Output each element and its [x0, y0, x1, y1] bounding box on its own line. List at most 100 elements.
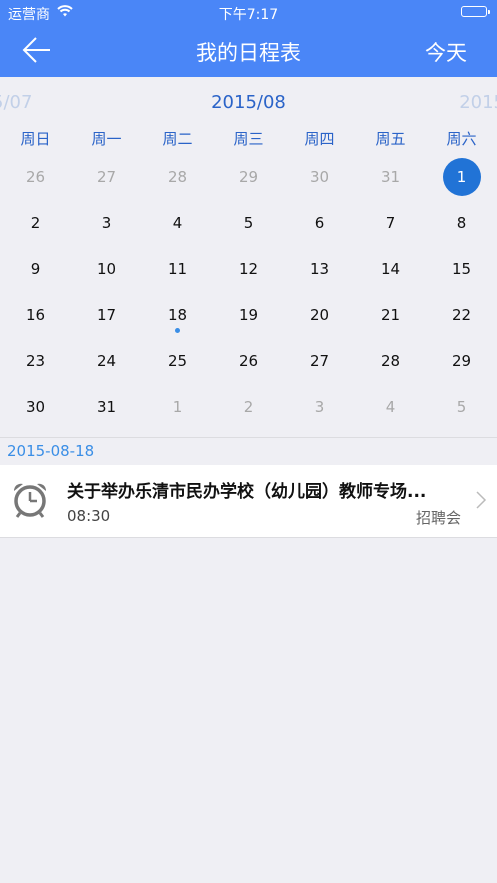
day-number: 30 [309, 168, 330, 186]
calendar-day[interactable]: 5 [426, 384, 497, 430]
calendar-day[interactable]: 14 [355, 246, 426, 292]
day-number: 17 [96, 306, 117, 324]
day-number: 1 [442, 158, 481, 196]
status-time: 下午7:17 [218, 7, 279, 23]
weekday-thu: 周四 [304, 130, 335, 148]
day-number: 21 [380, 306, 401, 324]
day-number: 15 [451, 260, 472, 278]
calendar-day[interactable]: 23 [0, 338, 71, 384]
calendar-day[interactable]: 31 [71, 384, 142, 430]
calendar-day[interactable]: 8 [426, 200, 497, 246]
calendar-day[interactable]: 3 [71, 200, 142, 246]
next-month-label[interactable]: 2015 [459, 92, 497, 113]
day-number: 27 [309, 352, 330, 370]
calendar-day[interactable]: 27 [71, 154, 142, 200]
calendar-day[interactable]: 7 [355, 200, 426, 246]
month-header: 5/07 2015/08 2015 [0, 88, 497, 118]
event-item[interactable]: 关于举办乐清市民办学校（幼儿园）教师专场... 08:30 招聘会 [0, 465, 497, 538]
calendar-day[interactable]: 30 [0, 384, 71, 430]
calendar-day[interactable]: 27 [284, 338, 355, 384]
day-number: 3 [314, 398, 325, 416]
calendar-day[interactable]: 24 [71, 338, 142, 384]
calendar-day[interactable]: 25 [142, 338, 213, 384]
day-number: 28 [167, 168, 188, 186]
weekday-wed: 周三 [233, 130, 264, 148]
weekday-sat: 周六 [446, 130, 477, 148]
day-number: 9 [30, 260, 41, 278]
day-number: 4 [385, 398, 396, 416]
calendar-day[interactable]: 4 [355, 384, 426, 430]
calendar-day[interactable]: 19 [213, 292, 284, 338]
event-time: 08:30 [67, 507, 111, 525]
day-number: 24 [96, 352, 117, 370]
day-number: 26 [238, 352, 259, 370]
calendar-day[interactable]: 20 [284, 292, 355, 338]
day-number: 25 [167, 352, 188, 370]
day-number: 11 [167, 260, 188, 278]
calendar-day[interactable]: 17 [71, 292, 142, 338]
day-number: 16 [25, 306, 46, 324]
calendar-day[interactable]: 1 [142, 384, 213, 430]
calendar-day[interactable]: 29 [426, 338, 497, 384]
chevron-right-icon [475, 490, 487, 510]
day-number: 3 [101, 214, 112, 232]
day-number: 27 [96, 168, 117, 186]
calendar-day[interactable]: 29 [213, 154, 284, 200]
day-number: 22 [451, 306, 472, 324]
day-number: 28 [380, 352, 401, 370]
calendar-grid: 26 27 28 29 30 31 1 2 3 4 5 6 7 8 9 10 11 12 13 14 15 16 17 18 1… [0, 154, 497, 430]
day-number: 5 [456, 398, 467, 416]
today-button[interactable]: 今天 [425, 37, 467, 67]
weekday-tue: 周二 [162, 130, 193, 148]
calendar-day[interactable]: 30 [284, 154, 355, 200]
calendar-day[interactable]: 2 [0, 200, 71, 246]
page-title: 我的日程表 [196, 41, 301, 65]
calendar-day[interactable]: 15 [426, 246, 497, 292]
divider [0, 437, 497, 438]
day-number: 7 [385, 214, 396, 232]
day-number: 4 [172, 214, 183, 232]
day-number: 5 [243, 214, 254, 232]
calendar-day[interactable]: 13 [284, 246, 355, 292]
calendar-day[interactable]: 18 [142, 292, 213, 338]
day-number: 8 [456, 214, 467, 232]
calendar-day[interactable]: 4 [142, 200, 213, 246]
calendar-day[interactable]: 21 [355, 292, 426, 338]
calendar-day[interactable]: 2 [213, 384, 284, 430]
day-number: 30 [25, 398, 46, 416]
day-number: 23 [25, 352, 46, 370]
day-number: 26 [25, 168, 46, 186]
calendar-day[interactable]: 3 [284, 384, 355, 430]
calendar-day[interactable]: 28 [355, 338, 426, 384]
nav-bar: 我的日程表 今天 [0, 24, 497, 77]
calendar-day[interactable]: 26 [0, 154, 71, 200]
day-number: 13 [309, 260, 330, 278]
day-number: 10 [96, 260, 117, 278]
calendar-day[interactable]: 28 [142, 154, 213, 200]
calendar-day[interactable]: 5 [213, 200, 284, 246]
day-number: 2 [30, 214, 41, 232]
day-number: 2 [243, 398, 254, 416]
status-bar: 运营商 下午7:17 [0, 0, 497, 24]
event-category: 招聘会 [415, 509, 461, 527]
day-number: 31 [96, 398, 117, 416]
day-number: 1 [172, 398, 183, 416]
day-number: 18 [167, 306, 188, 324]
day-number: 6 [314, 214, 325, 232]
current-month-label: 2015/08 [211, 92, 286, 113]
calendar-day[interactable]: 31 [355, 154, 426, 200]
calendar-day[interactable]: 22 [426, 292, 497, 338]
weekday-sun: 周日 [20, 130, 51, 148]
weekday-mon: 周一 [91, 130, 122, 148]
calendar-day[interactable]: 10 [71, 246, 142, 292]
weekday-fri: 周五 [375, 130, 406, 148]
day-number: 19 [238, 306, 259, 324]
calendar-day[interactable]: 6 [284, 200, 355, 246]
calendar-day[interactable]: 26 [213, 338, 284, 384]
calendar-day[interactable]: 9 [0, 246, 71, 292]
calendar-day[interactable]: 11 [142, 246, 213, 292]
weekday-header: 周日 周一 周二 周三 周四 周五 周六 [0, 128, 497, 152]
calendar-day[interactable]: 1 [426, 154, 497, 200]
calendar-day[interactable]: 16 [0, 292, 71, 338]
calendar-day[interactable]: 12 [213, 246, 284, 292]
